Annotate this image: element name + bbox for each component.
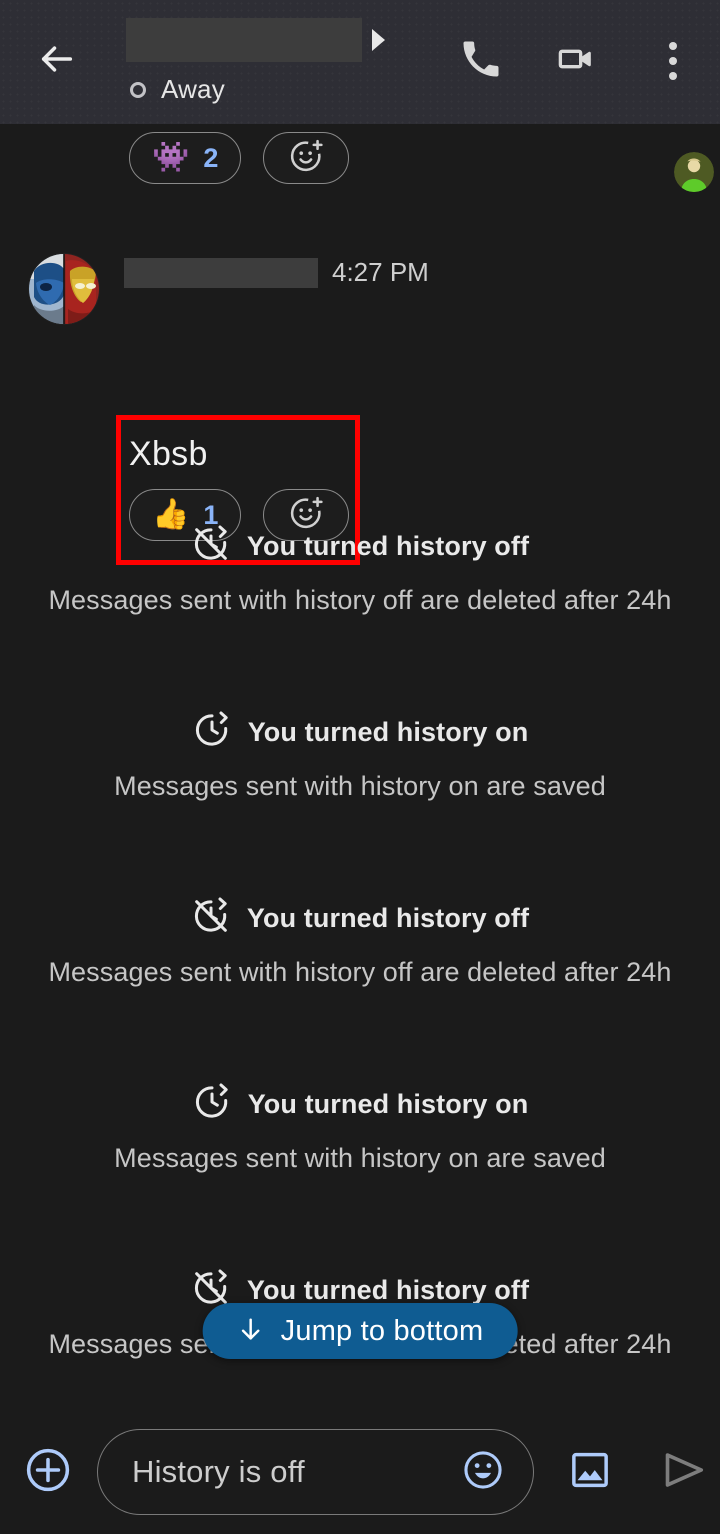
history-event-subtitle: Messages sent with history off are delet… (48, 957, 672, 987)
history-event: You turned history on Messages sent with… (0, 710, 720, 802)
history-event: You turned history off Messages sent wit… (0, 896, 720, 988)
history-on-icon (192, 1082, 232, 1127)
voice-call-button[interactable] (452, 32, 510, 90)
more-vert-icon (669, 42, 677, 80)
send-icon (661, 1447, 707, 1498)
away-status-dot (130, 81, 146, 98)
previous-message-reactions: 👾 2 (129, 132, 350, 184)
history-event-title: You turned history off (246, 1275, 530, 1305)
read-receipt-avatar (674, 152, 714, 192)
app-header: Away (0, 0, 720, 124)
message-input-container[interactable]: History is off (97, 1429, 534, 1515)
history-on-icon (192, 710, 232, 755)
sender-name-redacted (124, 257, 318, 288)
send-button[interactable] (658, 1446, 710, 1498)
arrow-down-icon (237, 1315, 265, 1348)
history-event-title: You turned history off (246, 903, 530, 933)
history-off-icon (191, 896, 231, 941)
conversation-title-area[interactable] (126, 18, 385, 62)
add-reaction-button[interactable] (263, 132, 350, 184)
emoji-smiley-icon (461, 1448, 505, 1497)
message-list[interactable]: 👾 2 4:27 PM Xbsb 👍 1 You turned history … (0, 124, 720, 1410)
caret-right-icon (372, 29, 385, 51)
history-event-title: You turned history on (247, 717, 529, 747)
history-event: You turned history on Messages sent with… (0, 1082, 720, 1174)
message-meta: 4:27 PM (124, 257, 429, 288)
back-arrow-icon (37, 39, 77, 84)
alien-monster-emoji: 👾 (152, 141, 190, 174)
jump-to-bottom-label: Jump to bottom (280, 1314, 484, 1347)
sender-avatar[interactable] (28, 253, 100, 325)
history-event-subtitle: Messages sent with history off are delet… (48, 585, 672, 615)
add-reaction-icon (287, 137, 325, 180)
jump-to-bottom-button[interactable]: Jump to bottom (202, 1303, 518, 1359)
attach-button[interactable] (22, 1446, 74, 1498)
history-event: You turned history off Messages sent wit… (0, 524, 720, 616)
video-camera-icon (556, 38, 598, 85)
reaction-chip[interactable]: 👾 2 (129, 132, 242, 184)
presence-status-label: Away (161, 74, 225, 104)
header-actions (452, 32, 702, 90)
history-event-title: You turned history on (247, 1089, 529, 1119)
overflow-menu-button[interactable] (644, 32, 702, 90)
image-icon (568, 1448, 612, 1497)
emoji-picker-button[interactable] (460, 1449, 506, 1495)
message-timestamp: 4:27 PM (332, 257, 429, 287)
composer-bar: History is off (0, 1410, 720, 1534)
conversation-title-redacted (126, 18, 362, 62)
history-event-subtitle: Messages sent with history on are saved (114, 771, 606, 801)
history-event-subtitle: Messages sent with history on are saved (114, 1143, 606, 1173)
video-call-button[interactable] (548, 32, 606, 90)
phone-icon (460, 38, 502, 85)
message-input[interactable]: History is off (132, 1454, 305, 1490)
history-event-title: You turned history off (246, 531, 530, 561)
gallery-button[interactable] (564, 1446, 616, 1498)
chat-screen: Away 👾 2 4:27 PM Xbsb 👍 1 You turned his… (0, 0, 720, 1534)
presence-status: Away (130, 74, 225, 105)
history-off-icon (191, 524, 231, 569)
reaction-count: 2 (203, 142, 219, 173)
back-button[interactable] (28, 32, 86, 90)
add-circle-icon (23, 1445, 73, 1500)
